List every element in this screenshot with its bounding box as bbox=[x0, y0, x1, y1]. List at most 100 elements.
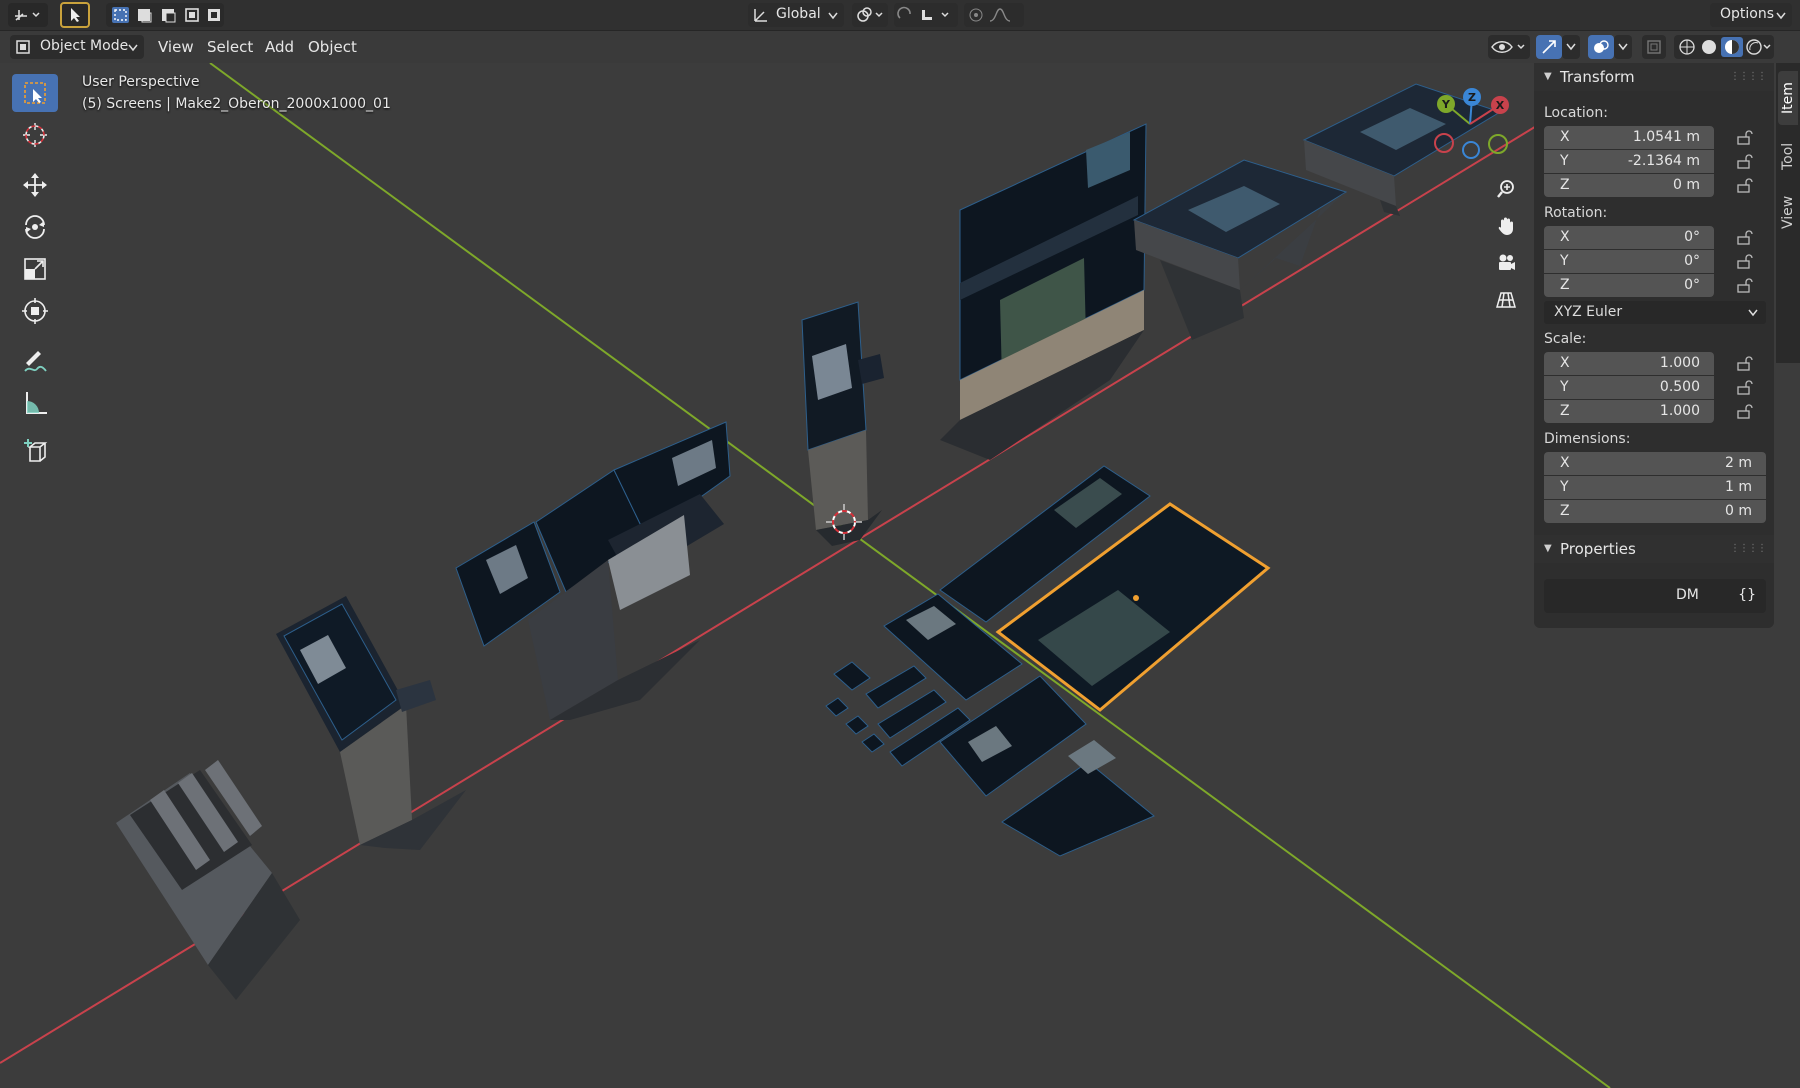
select-mode-toggle[interactable] bbox=[60, 2, 90, 28]
drag-grip-icon[interactable]: ⋮⋮⋮⋮ bbox=[1730, 535, 1767, 563]
hand-icon bbox=[1498, 217, 1513, 235]
location-x-field[interactable]: X 1.0541 m bbox=[1544, 126, 1714, 149]
transform-icon bbox=[22, 298, 48, 324]
chevron-down-icon bbox=[1748, 309, 1758, 317]
gizmo-dropdown[interactable] bbox=[1562, 35, 1580, 59]
lock-icon[interactable] bbox=[1736, 153, 1754, 169]
rotation-x-field[interactable]: X 0° bbox=[1544, 226, 1714, 249]
snap-icon bbox=[897, 6, 949, 20]
menu-view[interactable]: View bbox=[152, 35, 200, 59]
cursor-tool[interactable] bbox=[12, 116, 58, 154]
tab-tool[interactable]: Tool bbox=[1778, 133, 1798, 179]
editor-type-button[interactable] bbox=[8, 3, 48, 27]
custom-property-field[interactable]: DM {} bbox=[1544, 579, 1766, 613]
rotation-mode-dropdown[interactable]: XYZ Euler bbox=[1544, 301, 1766, 324]
select-box-tool[interactable] bbox=[12, 74, 58, 112]
cursor-icon bbox=[23, 123, 47, 147]
dimensions-z-field[interactable]: Z0 m bbox=[1544, 500, 1766, 523]
selection-mode-group bbox=[106, 3, 224, 27]
drag-grip-icon[interactable]: ⋮⋮⋮⋮ bbox=[1730, 63, 1767, 91]
transform-panel-header[interactable]: ▼ Transform ⋮⋮⋮⋮ bbox=[1534, 63, 1774, 91]
menu-select[interactable]: Select bbox=[201, 35, 259, 59]
object-mode-icon bbox=[16, 40, 30, 54]
scale-label: Scale: bbox=[1544, 331, 1587, 347]
tab-view[interactable]: View bbox=[1778, 187, 1798, 237]
active-object-label: (5) Screens | Make2_Oberon_2000x1000_01 bbox=[82, 96, 391, 112]
dimensions-label: Dimensions: bbox=[1544, 431, 1631, 447]
pillar-terminal-model[interactable] bbox=[801, 301, 884, 546]
overlays-toggle[interactable] bbox=[1588, 35, 1614, 59]
proportional-edit-icon bbox=[969, 8, 1011, 22]
gizmo-x-label: X bbox=[1496, 99, 1505, 112]
zoom-button[interactable] bbox=[1488, 172, 1524, 206]
desk-console-model[interactable] bbox=[1132, 159, 1348, 340]
shading-group bbox=[1674, 35, 1774, 59]
kiosk-model[interactable] bbox=[276, 515, 466, 850]
properties-panel-header[interactable]: ▼ Properties ⋮⋮⋮⋮ bbox=[1534, 535, 1774, 563]
scene-canvas[interactable]: Y Z X bbox=[0, 63, 1800, 1088]
viewport-header: Global Options bbox=[0, 0, 1800, 31]
location-label: Location: bbox=[1544, 105, 1608, 121]
gizmo-toggle[interactable] bbox=[1536, 35, 1562, 59]
move-tool[interactable] bbox=[12, 166, 58, 204]
snap-group[interactable] bbox=[894, 3, 958, 27]
transform-title: Transform bbox=[1560, 68, 1635, 86]
scanner-station-model[interactable] bbox=[116, 760, 300, 1000]
menu-add[interactable]: Add bbox=[259, 35, 300, 59]
scale-z-field[interactable]: Z 1.000 bbox=[1544, 400, 1714, 423]
annotate-icon bbox=[24, 351, 47, 372]
visibility-dropdown[interactable] bbox=[1488, 35, 1530, 59]
y-axis-line bbox=[209, 63, 1611, 1088]
overlays-dropdown[interactable] bbox=[1614, 35, 1632, 59]
orientation-label: Global bbox=[776, 6, 821, 22]
dimensions-y-field[interactable]: Y1 m bbox=[1544, 476, 1766, 499]
scale-x-field[interactable]: X 1.000 bbox=[1544, 352, 1714, 375]
mode-dropdown[interactable]: Object Mode bbox=[10, 35, 144, 59]
pan-button[interactable] bbox=[1488, 209, 1524, 243]
select-box-icon bbox=[24, 82, 46, 104]
camera-icon bbox=[1499, 254, 1515, 270]
rotation-z-field[interactable]: Z 0° bbox=[1544, 274, 1714, 297]
menu-object[interactable]: Object bbox=[302, 35, 363, 59]
gizmo-z-label: Z bbox=[1468, 91, 1476, 104]
lock-icon[interactable] bbox=[1736, 403, 1754, 419]
location-z-field[interactable]: Z0 m bbox=[1544, 174, 1714, 197]
multi-monitor-console-model[interactable] bbox=[455, 421, 731, 720]
pivot-icon bbox=[857, 7, 883, 22]
options-dropdown[interactable]: Options bbox=[1710, 3, 1792, 27]
add-cube-icon bbox=[24, 439, 48, 462]
chevron-down-icon bbox=[1618, 43, 1628, 51]
shading-modes-icon[interactable] bbox=[1676, 37, 1772, 57]
lock-icon[interactable] bbox=[1736, 379, 1754, 395]
collapse-triangle-icon: ▼ bbox=[1544, 543, 1552, 554]
rotate-tool[interactable] bbox=[12, 208, 58, 246]
perspective-toggle-button[interactable] bbox=[1488, 283, 1524, 317]
pivot-point-dropdown[interactable] bbox=[852, 3, 888, 27]
orientation-icon bbox=[754, 9, 767, 22]
proportional-edit-group[interactable] bbox=[964, 3, 1024, 27]
chevron-down-icon bbox=[828, 12, 838, 20]
lock-icon[interactable] bbox=[1736, 253, 1754, 269]
grid-icon bbox=[1496, 292, 1516, 308]
lock-icon[interactable] bbox=[1736, 355, 1754, 371]
dimensions-x-field[interactable]: X2 m bbox=[1544, 452, 1766, 475]
tab-item[interactable]: Item bbox=[1778, 71, 1798, 125]
camera-view-button[interactable] bbox=[1488, 246, 1524, 280]
rotation-y-field[interactable]: Y 0° bbox=[1544, 250, 1714, 273]
scale-tool[interactable] bbox=[12, 250, 58, 288]
3d-viewport[interactable]: Y Z X bbox=[0, 63, 1800, 1088]
annotate-tool[interactable] bbox=[12, 342, 58, 380]
lock-icon[interactable] bbox=[1736, 229, 1754, 245]
lock-icon[interactable] bbox=[1736, 177, 1754, 193]
location-y-field[interactable]: Y -2.1364 m bbox=[1544, 150, 1714, 173]
lock-icon[interactable] bbox=[1736, 129, 1754, 145]
xray-toggle[interactable] bbox=[1642, 35, 1666, 59]
transform-orientation-dropdown[interactable]: Global bbox=[748, 3, 844, 27]
gizmo-icon bbox=[1542, 40, 1556, 54]
wall-screen-model[interactable] bbox=[940, 123, 1147, 460]
scale-y-field[interactable]: Y 0.500 bbox=[1544, 376, 1714, 399]
measure-tool[interactable] bbox=[12, 384, 58, 422]
lock-icon[interactable] bbox=[1736, 277, 1754, 293]
add-cube-tool[interactable] bbox=[12, 432, 58, 470]
transform-tool[interactable] bbox=[12, 292, 58, 330]
